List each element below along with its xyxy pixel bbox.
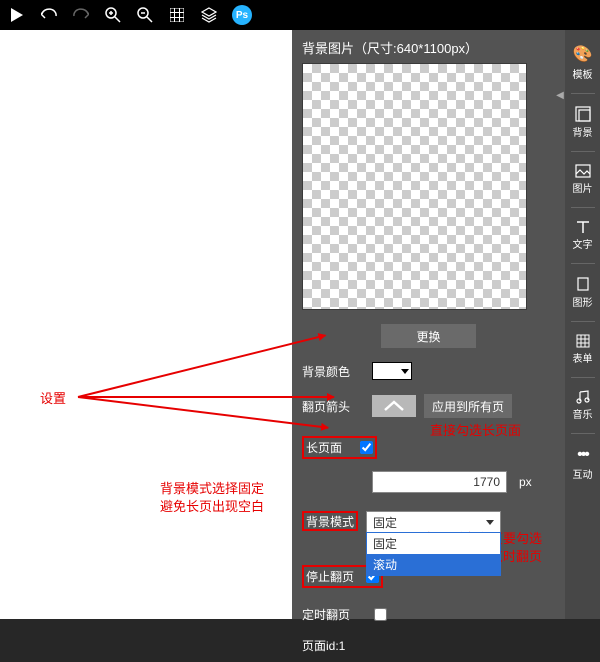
px-unit: px xyxy=(519,475,532,489)
sidebar-item-template[interactable]: 🎨 模板 xyxy=(565,40,600,85)
apply-all-button[interactable]: 应用到所有页 xyxy=(424,394,512,418)
bg-image-title: 背景图片（尺寸:640*1100px） xyxy=(302,38,555,57)
timed-flip-checkbox[interactable] xyxy=(374,608,387,621)
bg-color-picker[interactable] xyxy=(372,362,412,380)
flip-arrow-indicator[interactable] xyxy=(372,395,416,417)
sidebar-item-image[interactable]: 图片 xyxy=(565,160,600,199)
stop-flip-label: 停止翻页 xyxy=(306,568,354,585)
zoom-out-icon[interactable] xyxy=(136,6,154,24)
properties-panel: 背景图片（尺寸:640*1100px） 更换 背景颜色 翻页箭头 应用到所有页 … xyxy=(292,30,565,619)
redo-icon[interactable] xyxy=(72,6,90,24)
palette-icon: 🎨 xyxy=(573,44,593,64)
top-toolbar: Ps xyxy=(0,0,600,30)
undo-icon[interactable] xyxy=(40,6,58,24)
panel-collapse-icon[interactable]: ◀ xyxy=(555,85,565,105)
page-id-label: 页面id:1 xyxy=(302,637,555,654)
image-icon xyxy=(575,164,591,178)
bg-mode-option-scroll[interactable]: 滚动 xyxy=(367,554,500,575)
background-icon xyxy=(575,106,591,122)
bg-color-label: 背景颜色 xyxy=(302,363,364,380)
sidebar-item-background[interactable]: 背景 xyxy=(565,102,600,143)
text-icon xyxy=(576,220,590,234)
timed-flip-label: 定时翻页 xyxy=(302,606,350,623)
bg-image-preview[interactable] xyxy=(302,63,527,310)
bg-mode-dropdown[interactable]: 固定 滚动 xyxy=(366,532,501,576)
sidebar-item-form[interactable]: 表单 xyxy=(565,330,600,369)
sidebar-item-shape[interactable]: 图形 xyxy=(565,272,600,313)
interact-icon: ••• xyxy=(577,446,588,464)
long-page-highlight: 长页面 xyxy=(302,436,377,459)
sidebar-item-text[interactable]: 文字 xyxy=(565,216,600,255)
sidebar-item-interact[interactable]: ••• 互动 xyxy=(565,442,600,485)
sidebar-item-music[interactable]: 音乐 xyxy=(565,386,600,425)
layers-icon[interactable] xyxy=(200,6,218,24)
ps-badge-icon[interactable]: Ps xyxy=(232,5,252,25)
long-page-height-input[interactable] xyxy=(372,471,507,493)
play-icon[interactable] xyxy=(8,6,26,24)
right-sidebar: 🎨 模板 背景 图片 文字 图形 表单 音乐 xyxy=(565,30,600,619)
bg-mode-option-fixed[interactable]: 固定 xyxy=(367,533,500,554)
form-icon xyxy=(576,334,590,348)
music-icon xyxy=(576,390,590,404)
zoom-in-icon[interactable] xyxy=(104,6,122,24)
shape-icon xyxy=(576,276,590,292)
replace-button[interactable]: 更换 xyxy=(381,324,476,348)
bg-mode-label: 背景模式 xyxy=(306,513,354,530)
long-page-label: 长页面 xyxy=(306,439,342,456)
grid-icon[interactable] xyxy=(168,6,186,24)
bg-mode-select[interactable]: 固定 固定 滚动 xyxy=(366,511,501,533)
canvas-area[interactable] xyxy=(0,30,292,619)
flip-arrow-label: 翻页箭头 xyxy=(302,398,364,415)
long-page-checkbox[interactable] xyxy=(360,441,373,454)
